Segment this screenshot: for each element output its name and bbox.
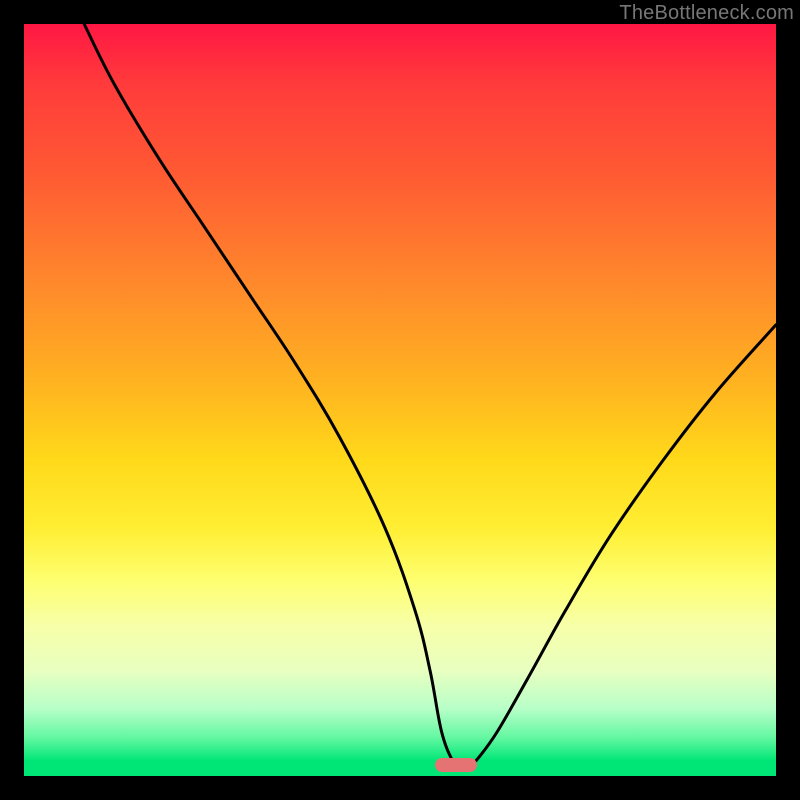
bottleneck-curve <box>84 24 776 770</box>
optimum-marker <box>435 758 477 772</box>
plot-area <box>24 24 776 776</box>
chart-frame: TheBottleneck.com <box>0 0 800 800</box>
curve-svg <box>24 24 776 776</box>
watermark-text: TheBottleneck.com <box>619 2 794 25</box>
